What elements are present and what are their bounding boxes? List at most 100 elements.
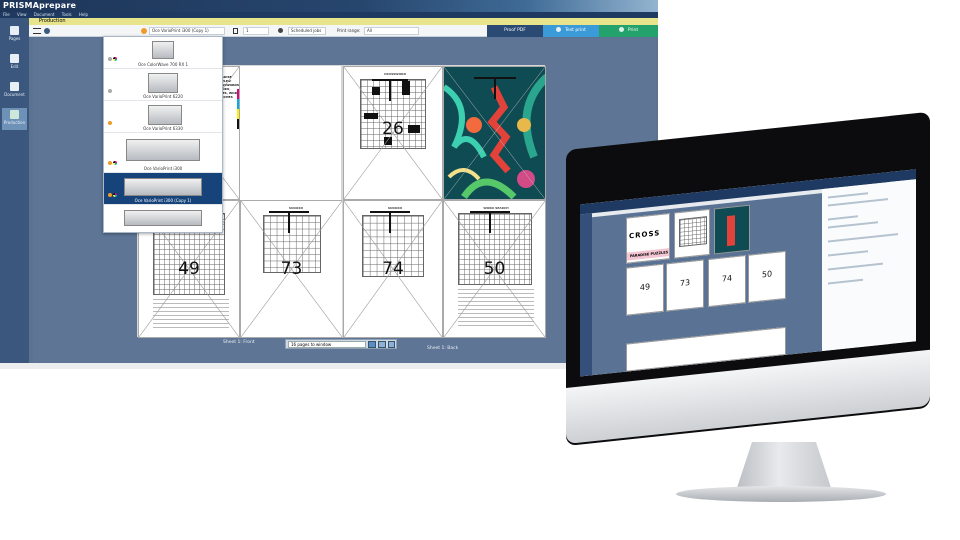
page-number: 73 <box>280 259 303 279</box>
page-number: 74 <box>382 259 404 279</box>
test-print-icon <box>556 27 562 32</box>
fit-page-icon[interactable] <box>368 341 376 348</box>
screen-settings-panel <box>822 179 916 352</box>
copies-icon <box>233 28 238 34</box>
printer-status-icon <box>141 28 147 34</box>
print-range-select[interactable]: All <box>364 27 419 35</box>
printer-option-label: Oce VarioPrint i300 <box>143 166 183 171</box>
printer-icon <box>124 178 202 196</box>
monitor-bezel: CROSS PARADISE PUZZLES 49 73 74 50 <box>566 111 930 446</box>
document-icon <box>10 82 19 91</box>
job-mode-value: Scheduled jobs <box>291 28 322 33</box>
desktop-monitor: CROSS PARADISE PUZZLES 49 73 74 50 <box>566 111 960 540</box>
printer-icon <box>152 41 174 59</box>
printer-icon <box>148 105 182 125</box>
print-icon <box>618 27 624 32</box>
screen-page: 73 <box>666 259 704 312</box>
page-number: 74 <box>721 273 733 284</box>
sheet-back[interactable]: CROSSWORD 26 SUDOKU 74 WORD SEARCH 50 <box>342 65 546 338</box>
screen-page <box>626 326 786 372</box>
app-title: PRISMAprepare <box>3 1 77 10</box>
screen-workspace: CROSS PARADISE PUZZLES 49 73 74 50 <box>592 193 822 376</box>
sidebar-item-label: Production <box>3 120 26 125</box>
status-bar <box>0 363 658 369</box>
printer-option-selected[interactable]: Oce VarioPrint i300 (Copy 1) <box>104 173 222 205</box>
printer-option[interactable]: Oce VarioPrint 6330 <box>104 101 222 133</box>
screen-page <box>674 208 710 259</box>
printer-select-value: Oce VarioPrint i300 (Copy 1) <box>152 28 209 33</box>
sidebar-item-label: Edit <box>10 64 19 69</box>
monitor-base <box>676 486 886 502</box>
sidebar-item-production[interactable]: Production <box>2 108 27 130</box>
copies-value: 1 <box>246 28 249 33</box>
pages-icon <box>10 26 19 35</box>
printer-select[interactable]: Oce VarioPrint i300 (Copy 1) <box>149 27 225 35</box>
screen-banner: PARADISE PUZZLES <box>627 247 670 261</box>
copies-input[interactable]: 1 <box>243 27 269 35</box>
zoom-select[interactable]: 16 pages to window <box>288 341 366 348</box>
production-bar: Production <box>29 18 658 25</box>
sidebar: Pages Edit Document Production <box>0 18 29 369</box>
screen-cover-word: CROSS <box>629 229 660 240</box>
printer-dropdown-list[interactable]: Oce ColorWave 700 RX 1 Oce VarioPrint 62… <box>103 36 223 233</box>
printer-option[interactable]: Oce VarioPrint i300 <box>104 133 222 173</box>
production-bar-label: Production <box>39 18 66 24</box>
printer-option-label: Oce VarioPrint 6330 <box>143 126 183 131</box>
page-thumbnail[interactable]: SUDOKU 73 <box>240 200 343 338</box>
test-print-button[interactable]: Test print <box>543 25 599 37</box>
printer-icon <box>124 210 202 226</box>
printer-option[interactable]: Oce ColorWave 700 RX 1 <box>104 37 222 69</box>
print-range-label: Print range: <box>337 28 361 33</box>
monitor-screen: CROSS PARADISE PUZZLES 49 73 74 50 <box>580 169 916 377</box>
edit-icon <box>10 54 19 63</box>
printer-option[interactable]: Oce VarioPrint 6220 <box>104 69 222 101</box>
job-mode-icon <box>278 28 283 33</box>
printer-icon <box>148 73 178 93</box>
screen-page: 49 <box>626 263 664 316</box>
test-print-label: Test print <box>565 28 586 33</box>
settings-sliders-icon[interactable] <box>33 28 41 34</box>
proof-pdf-label: Proof PDF <box>504 28 526 33</box>
sidebar-item-edit[interactable]: Edit <box>2 52 27 74</box>
printer-option-label: Oce VarioPrint i300 (Copy 1) <box>134 198 192 203</box>
printer-option-label: Oce VarioPrint 6220 <box>143 94 183 99</box>
screen-page: 74 <box>708 255 746 308</box>
page-thumbnail[interactable]: WORD SEARCH 50 <box>443 200 546 338</box>
print-label: Print <box>627 28 639 33</box>
title-bar: PRISMAprepare <box>0 0 658 12</box>
page-number: 50 <box>483 259 506 279</box>
page-thumbnail[interactable]: SUDOKU 74 <box>343 200 443 338</box>
screen-page: 50 <box>748 250 786 303</box>
printer-icon <box>126 139 200 161</box>
sidebar-item-document[interactable]: Document <box>2 80 27 102</box>
page-number: 49 <box>178 259 200 279</box>
zoom-control: 16 pages to window <box>285 339 397 349</box>
info-icon[interactable] <box>44 28 50 34</box>
page-number: 73 <box>679 277 691 289</box>
sidebar-item-label: Pages <box>8 36 21 41</box>
proof-pdf-button[interactable]: Proof PDF <box>487 25 543 37</box>
screen-page <box>714 204 750 255</box>
fit-width-icon[interactable] <box>378 341 386 348</box>
page-number: 49 <box>639 282 651 293</box>
screen-sidebar <box>580 213 592 377</box>
print-range-value: All <box>367 28 372 33</box>
zoom-value: 16 pages to window <box>291 342 332 347</box>
print-button[interactable]: Print <box>599 25 658 37</box>
prismaprepare-window: PRISMAprepare File View Document Tools H… <box>0 0 658 369</box>
page-number: 26 <box>382 119 404 139</box>
printer-option-label: Oce ColorWave 700 RX 1 <box>137 62 188 67</box>
cover-letter: S <box>654 229 661 238</box>
page-number: 50 <box>761 269 773 280</box>
screen-page: CROSS PARADISE PUZZLES <box>626 213 670 264</box>
zoom-in-icon[interactable] <box>388 341 395 348</box>
sidebar-item-label: Document <box>4 92 25 97</box>
page-thumbnail[interactable]: CROSSWORD 26 <box>343 66 443 200</box>
page-thumbnail[interactable] <box>443 66 546 200</box>
sidebar-item-pages[interactable]: Pages <box>2 24 27 46</box>
job-mode-select[interactable]: Scheduled jobs <box>288 27 326 35</box>
sheet-back-label: Sheet 1: Back <box>427 346 459 351</box>
production-icon <box>10 110 19 119</box>
printer-option[interactable] <box>104 205 222 233</box>
sheet-front-label: Sheet 1: Front <box>223 340 255 345</box>
